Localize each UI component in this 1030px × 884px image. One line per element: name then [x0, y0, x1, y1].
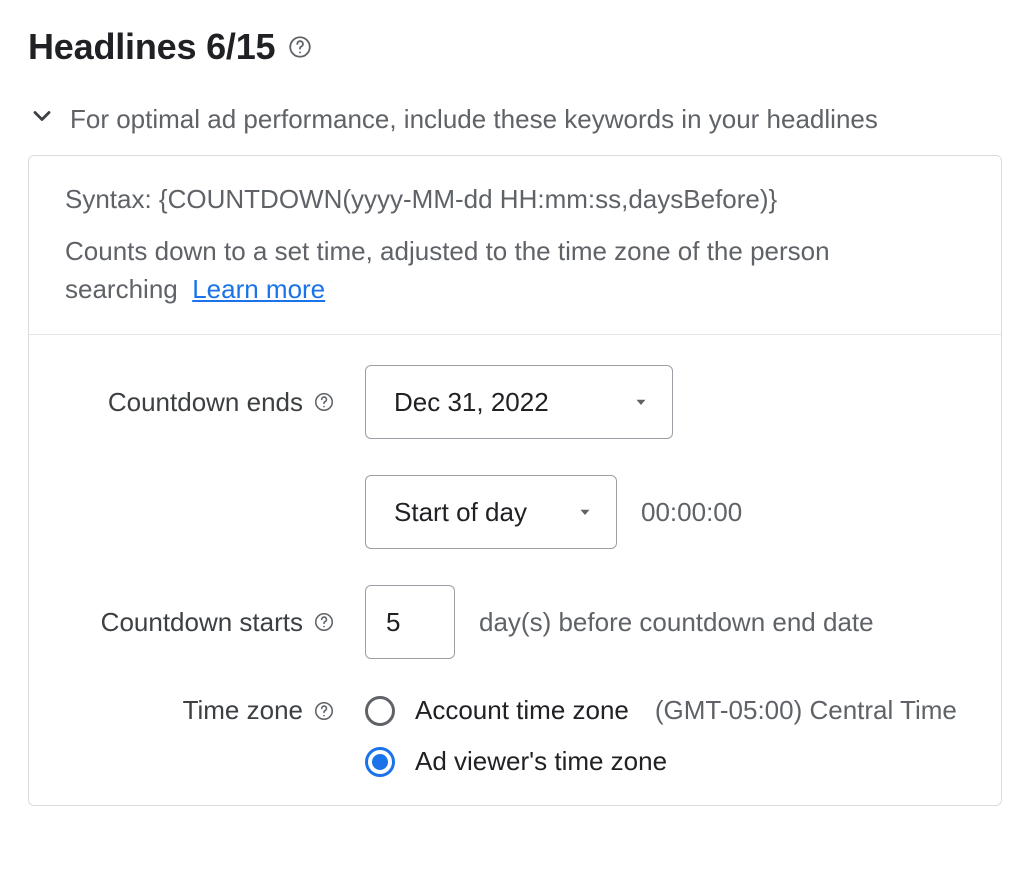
- headlines-count: 6/15: [206, 26, 275, 67]
- keyword-hint-row[interactable]: For optimal ad performance, include thes…: [28, 102, 1002, 137]
- countdown-description: Counts down to a set time, adjusted to t…: [65, 233, 965, 308]
- learn-more-link[interactable]: Learn more: [192, 274, 325, 304]
- countdown-syntax: Syntax: {COUNTDOWN(yyyy-MM-dd HH:mm:ss,d…: [65, 184, 965, 215]
- headlines-title-text: Headlines: [28, 26, 196, 67]
- countdown-end-time-mode-value: Start of day: [394, 497, 527, 528]
- help-icon[interactable]: [313, 700, 335, 722]
- time-zone-account-note: (GMT-05:00) Central Time: [655, 695, 957, 726]
- radio-unselected-icon: [365, 696, 395, 726]
- dropdown-icon: [576, 497, 594, 528]
- countdown-end-date-select[interactable]: Dec 31, 2022: [365, 365, 673, 439]
- time-zone-label: Time zone: [183, 695, 303, 726]
- countdown-end-time-value: 00:00:00: [641, 497, 742, 528]
- page-heading: Headlines 6/15: [28, 26, 1002, 68]
- dropdown-icon: [632, 387, 650, 418]
- radio-selected-icon: [365, 747, 395, 777]
- keyword-hint-text: For optimal ad performance, include thes…: [70, 104, 878, 135]
- time-zone-viewer-label: Ad viewer's time zone: [415, 746, 667, 777]
- countdown-ends-label: Countdown ends: [108, 387, 303, 418]
- countdown-card-header: Syntax: {COUNTDOWN(yyyy-MM-dd HH:mm:ss,d…: [29, 156, 1001, 335]
- time-zone-account-label: Account time zone: [415, 695, 629, 726]
- chevron-down-icon: [28, 102, 56, 137]
- countdown-end-date-value: Dec 31, 2022: [394, 387, 549, 418]
- headlines-title: Headlines 6/15: [28, 26, 275, 68]
- time-zone-radio-viewer[interactable]: Ad viewer's time zone: [365, 746, 667, 777]
- countdown-starts-days-input[interactable]: [365, 585, 455, 659]
- time-zone-radio-account[interactable]: Account time zone (GMT-05:00) Central Ti…: [365, 695, 957, 726]
- help-icon[interactable]: [287, 34, 313, 60]
- help-icon[interactable]: [313, 611, 335, 633]
- countdown-end-time-mode-select[interactable]: Start of day: [365, 475, 617, 549]
- help-icon[interactable]: [313, 391, 335, 413]
- countdown-starts-label: Countdown starts: [101, 607, 303, 638]
- countdown-starts-suffix: day(s) before countdown end date: [479, 607, 874, 638]
- countdown-card: Syntax: {COUNTDOWN(yyyy-MM-dd HH:mm:ss,d…: [28, 155, 1002, 806]
